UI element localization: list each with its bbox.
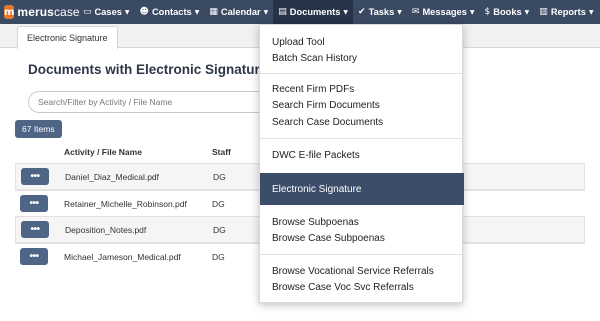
nav-messages[interactable]: ✉ Messages ▼ bbox=[407, 0, 480, 24]
books-icon: $ bbox=[484, 7, 491, 17]
column-header-staff[interactable]: Staff bbox=[212, 147, 231, 157]
caret-down-icon: ▼ bbox=[263, 8, 269, 16]
item-count-badge: 67 Items bbox=[15, 120, 62, 138]
column-header-activity[interactable]: Activity / File Name bbox=[64, 147, 142, 157]
menu-divider bbox=[260, 73, 464, 74]
row-actions-button[interactable]: ••• bbox=[20, 195, 48, 212]
folder-icon: ▭ bbox=[83, 7, 92, 17]
menu-item-browse-vocational-service-referrals[interactable]: Browse Vocational Service Referrals bbox=[260, 263, 464, 279]
tasks-icon: ✔ bbox=[358, 7, 366, 17]
menu-item-browse-subpoenas[interactable]: Browse Subpoenas bbox=[260, 214, 464, 230]
caret-down-icon: ▼ bbox=[588, 8, 594, 16]
staff-initials: DG bbox=[212, 252, 225, 262]
reports-icon: ▥ bbox=[539, 7, 548, 17]
staff-initials: DG bbox=[213, 225, 226, 235]
tab-electronic-signature[interactable]: Electronic Signature bbox=[17, 26, 118, 49]
nav-books[interactable]: $ Books ▼ bbox=[480, 0, 535, 24]
calendar-icon: ▦ bbox=[209, 7, 218, 17]
menu-item-browse-case-voc-svc-referrals[interactable]: Browse Case Voc Svc Referrals bbox=[260, 279, 464, 295]
menu-item-search-firm-documents[interactable]: Search Firm Documents bbox=[260, 97, 464, 113]
caret-down-icon: ▼ bbox=[524, 8, 530, 16]
menu-item-electronic-signature[interactable]: Electronic Signature bbox=[260, 173, 464, 205]
file-name[interactable]: Daniel_Diaz_Medical.pdf bbox=[65, 172, 159, 182]
logo-text: meruscase bbox=[17, 5, 80, 19]
menu-divider bbox=[260, 138, 464, 139]
caret-down-icon: ▼ bbox=[469, 8, 475, 16]
caret-down-icon: ▼ bbox=[124, 8, 130, 16]
nav-reports[interactable]: ▥ Reports ▼ bbox=[534, 0, 598, 24]
messages-icon: ✉ bbox=[411, 7, 420, 17]
file-name[interactable]: Retainer_Michelle_Robinson.pdf bbox=[64, 199, 187, 209]
menu-item-dwc-efile-packets[interactable]: DWC E-file Packets bbox=[260, 147, 464, 163]
caret-down-icon: ▼ bbox=[194, 8, 200, 16]
nav-documents[interactable]: ▤ Documents ▼ bbox=[273, 0, 354, 24]
caret-down-icon: ▼ bbox=[397, 8, 402, 16]
menu-item-search-case-documents[interactable]: Search Case Documents bbox=[260, 114, 464, 130]
page-title: Documents with Electronic Signature bbox=[28, 62, 268, 77]
row-actions-button[interactable]: ••• bbox=[21, 221, 49, 238]
staff-initials: DG bbox=[212, 199, 225, 209]
file-name[interactable]: Deposition_Notes.pdf bbox=[65, 225, 146, 235]
nav-calendar[interactable]: ▦ Calendar ▼ bbox=[204, 0, 273, 24]
documents-dropdown-menu: Upload Tool Batch Scan History Recent Fi… bbox=[259, 24, 464, 303]
nav-contacts[interactable]: ☻ Contacts ▼ bbox=[135, 0, 205, 24]
app-logo[interactable]: m meruscase bbox=[0, 0, 80, 24]
row-actions-button[interactable]: ••• bbox=[21, 168, 49, 185]
caret-down-icon: ▼ bbox=[343, 8, 349, 16]
contacts-icon: ☻ bbox=[139, 7, 149, 17]
nav-cases[interactable]: ▭ Cases ▼ bbox=[78, 0, 135, 24]
staff-initials: DG bbox=[213, 172, 226, 182]
file-name[interactable]: Michael_Jameson_Medical.pdf bbox=[64, 252, 181, 262]
row-actions-button[interactable]: ••• bbox=[20, 248, 48, 265]
menu-item-batch-scan-history[interactable]: Batch Scan History bbox=[260, 50, 464, 66]
search-input[interactable]: Search/Filter by Activity / File Name bbox=[28, 91, 268, 113]
menu-item-upload-tool[interactable]: Upload Tool bbox=[260, 34, 464, 50]
nav-tasks[interactable]: ✔ Tasks ▼ bbox=[353, 0, 407, 24]
logo-mark-icon: m bbox=[4, 5, 15, 19]
menu-divider bbox=[260, 254, 464, 255]
documents-icon: ▤ bbox=[278, 7, 287, 17]
menu-item-browse-case-subpoenas[interactable]: Browse Case Subpoenas bbox=[260, 230, 464, 246]
top-navigation-bar: m meruscase ▭ Cases ▼ ☻ Contacts ▼ ▦ Calendar… bbox=[0, 0, 600, 24]
menu-item-recent-firm-pdfs[interactable]: Recent Firm PDFs bbox=[260, 81, 464, 97]
